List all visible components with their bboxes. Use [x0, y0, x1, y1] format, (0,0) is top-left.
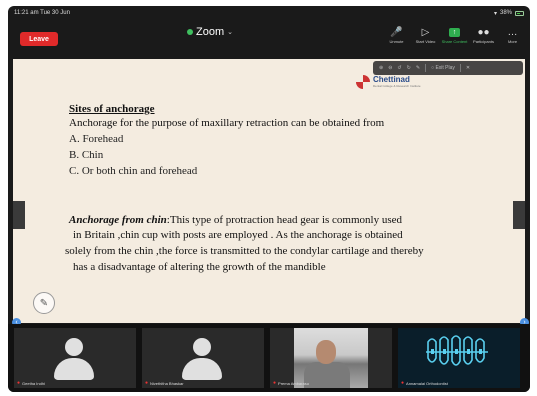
status-date: Tue 30 Jun [40, 10, 70, 16]
mic-muted-icon: 🎤 [390, 26, 403, 38]
shield-icon [187, 29, 193, 35]
participant-strip: ● Geetha Indhi ● Nivethitha Bhaskar ● Prema… [8, 324, 530, 392]
more-icon: … [507, 26, 518, 38]
paragraph-emphasis: Anchorage from chin [69, 214, 167, 226]
paragraph-line-3: solely from the chin ,the force is trans… [65, 245, 424, 257]
mic-muted-icon: ● [17, 380, 21, 386]
avatar-placeholder-icon [54, 338, 94, 380]
participant-name-tag: ● Prema Ambarasu [273, 380, 309, 386]
exit-play-label: Exit Play [435, 65, 455, 71]
option-c: C. Or both chin and forehead [69, 165, 198, 177]
meeting-title[interactable]: Zoom ⌄ [180, 26, 240, 38]
participant-name: Annamalai Orthodontist [406, 380, 448, 386]
status-right: ▾ 38% [494, 10, 524, 17]
pen-icon[interactable]: ✎ [416, 65, 420, 71]
app-title: Zoom [196, 26, 225, 38]
participant-video [294, 328, 368, 388]
participant-name-tag: ● Nivethitha Bhaskar [145, 380, 184, 386]
avatar-placeholder-icon [182, 338, 222, 380]
start-video-button[interactable]: ▷ Start Video [412, 25, 439, 51]
more-label: More [507, 39, 518, 44]
unmute-label: Unmute [389, 39, 404, 44]
paragraph-line-4: has a disadvantage of altering the growt… [73, 261, 326, 273]
toolbar-divider [425, 64, 427, 72]
annotate-pencil-button[interactable]: ✎ [33, 292, 55, 314]
participants-label: Participants [473, 39, 494, 44]
video-off-icon: ▷ [421, 26, 430, 38]
battery-percent: 38% [499, 10, 512, 16]
unmute-button[interactable]: 🎤 Unmute [383, 25, 410, 51]
participant-tile[interactable]: ● Annamalai Orthodontist [398, 328, 520, 388]
logo-mark-icon [356, 75, 370, 89]
participants-button[interactable]: ●● Participants [470, 25, 497, 51]
start-video-label: Start Video [415, 39, 436, 44]
slide-heading: Sites of anchorage [69, 103, 155, 115]
mic-muted-icon: ● [273, 380, 277, 386]
undo-icon[interactable]: ↺ [397, 65, 401, 71]
annotation-toolbar: ⊕ ⊖ ↺ ↻ ✎ ○ Exit Play ✕ [373, 61, 523, 75]
more-button[interactable]: … More [499, 25, 526, 51]
zoom-window: 11:21 am Tue 30 Jun ▾ 38% Leave Zoom ⌄ 🎤… [8, 6, 530, 392]
share-content-label: Share Content [441, 39, 468, 44]
participant-tile[interactable]: ● Geetha Indhi [14, 328, 136, 388]
pencil-icon: ✎ [39, 297, 49, 309]
option-a: A. Forehead [69, 133, 124, 145]
slide-intro: Anchorage for the purpose of maxillary r… [69, 117, 385, 129]
leave-button[interactable]: Leave [20, 32, 58, 46]
battery-icon [515, 10, 524, 16]
meeting-toolbar: Leave Zoom ⌄ 🎤 Unmute ▷ Start Video ↑ Sh… [8, 20, 530, 56]
chevron-down-icon: ⌄ [227, 29, 233, 36]
logo-subtext: Dental College & Research Institute [373, 84, 421, 88]
zoom-in-icon[interactable]: ⊕ [379, 65, 383, 71]
share-icon: ↑ [449, 25, 460, 39]
mic-muted-icon: ● [401, 380, 405, 386]
participant-name: Prema Ambarasu [278, 380, 309, 386]
logo-text: Chettinad [373, 75, 410, 84]
share-content-button[interactable]: ↑ Share Content [441, 25, 468, 51]
exit-play-button[interactable]: ○ Exit Play [431, 65, 455, 71]
participant-tile[interactable]: ● Nivethitha Bhaskar [142, 328, 264, 388]
stop-icon: ○ [431, 65, 435, 71]
dental-braces-icon [426, 335, 488, 366]
paragraph-line-1: Anchorage from chin:This type of protrac… [69, 214, 402, 226]
participants-icon: ●● [477, 26, 490, 38]
slide-next-handle[interactable] [513, 201, 525, 229]
shared-slide: Chettinad Dental College & Research Inst… [13, 59, 525, 323]
participant-name: Nivethitha Bhaskar [150, 380, 184, 386]
status-time-date: 11:21 am Tue 30 Jun [14, 10, 70, 16]
paragraph-line-2: in Britain ,chin cup with posts are empl… [73, 229, 403, 241]
wifi-icon: ▾ [493, 10, 497, 17]
participant-tile[interactable]: ● Prema Ambarasu [270, 328, 392, 388]
participant-name-tag: ● Annamalai Orthodontist [401, 380, 448, 386]
close-icon[interactable]: ✕ [466, 65, 470, 71]
participant-name: Geetha Indhi [22, 380, 45, 386]
zoom-out-icon[interactable]: ⊖ [388, 65, 392, 71]
mic-muted-icon: ● [145, 380, 149, 386]
redo-icon[interactable]: ↻ [407, 65, 411, 71]
paragraph-text-1: :This type of protraction head gear is c… [166, 214, 403, 226]
toolbar-divider [459, 64, 461, 72]
participant-name-tag: ● Geetha Indhi [17, 380, 45, 386]
participant-video [398, 328, 520, 388]
status-bar: 11:21 am Tue 30 Jun ▾ 38% [8, 6, 530, 20]
option-b: B. Chin [69, 149, 104, 161]
slide-prev-handle[interactable] [13, 201, 25, 229]
toolbar-actions: 🎤 Unmute ▷ Start Video ↑ Share Content ●… [383, 25, 526, 51]
status-time: 11:21 am [14, 10, 39, 16]
